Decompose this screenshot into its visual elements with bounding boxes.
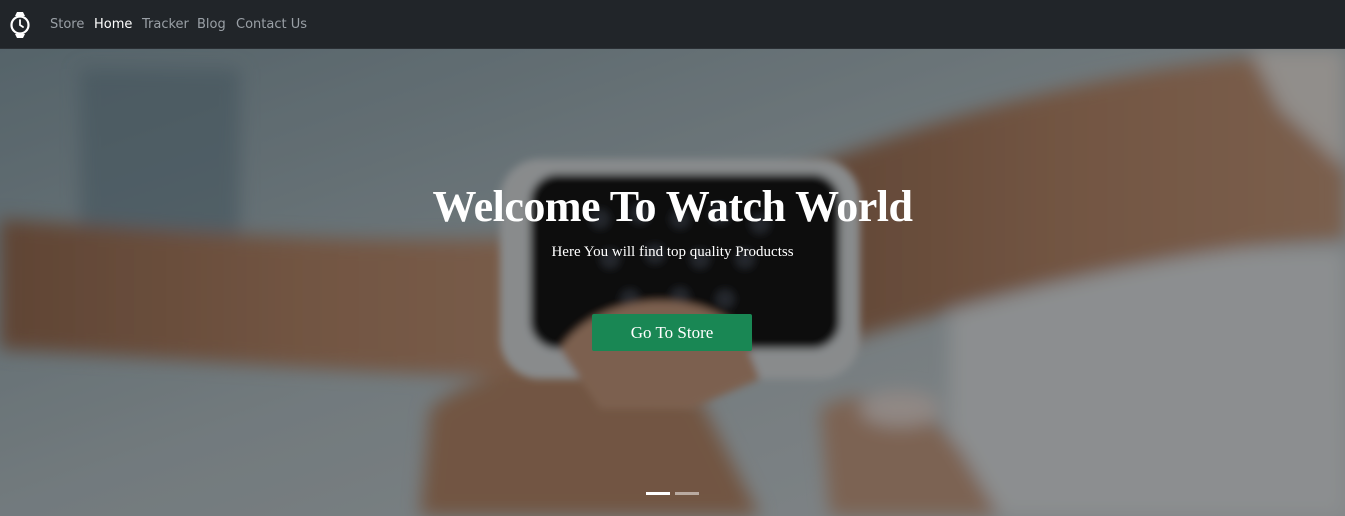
navbar: Store Home Tracker Blog Contact Us — [0, 0, 1345, 49]
nav-link-blog[interactable]: Blog — [197, 17, 226, 33]
hero-dark-overlay — [0, 49, 1345, 516]
hero-carousel: Welcome To Watch World Here You will fin… — [0, 49, 1345, 516]
nav-link-tracker[interactable]: Tracker — [142, 17, 189, 33]
nav-link-home[interactable]: Home — [94, 17, 132, 33]
hero-subtitle: Here You will find top quality Productss — [551, 244, 794, 260]
carousel-indicator-2[interactable] — [675, 492, 699, 495]
go-to-store-button[interactable]: Go To Store — [592, 314, 752, 351]
carousel-indicator-1[interactable] — [646, 492, 670, 495]
nav-link-contact-us[interactable]: Contact Us — [236, 17, 307, 33]
hero-title: Welcome To Watch World — [432, 182, 913, 231]
watch-icon[interactable] — [9, 12, 31, 38]
nav-link-store[interactable]: Store — [50, 17, 84, 33]
